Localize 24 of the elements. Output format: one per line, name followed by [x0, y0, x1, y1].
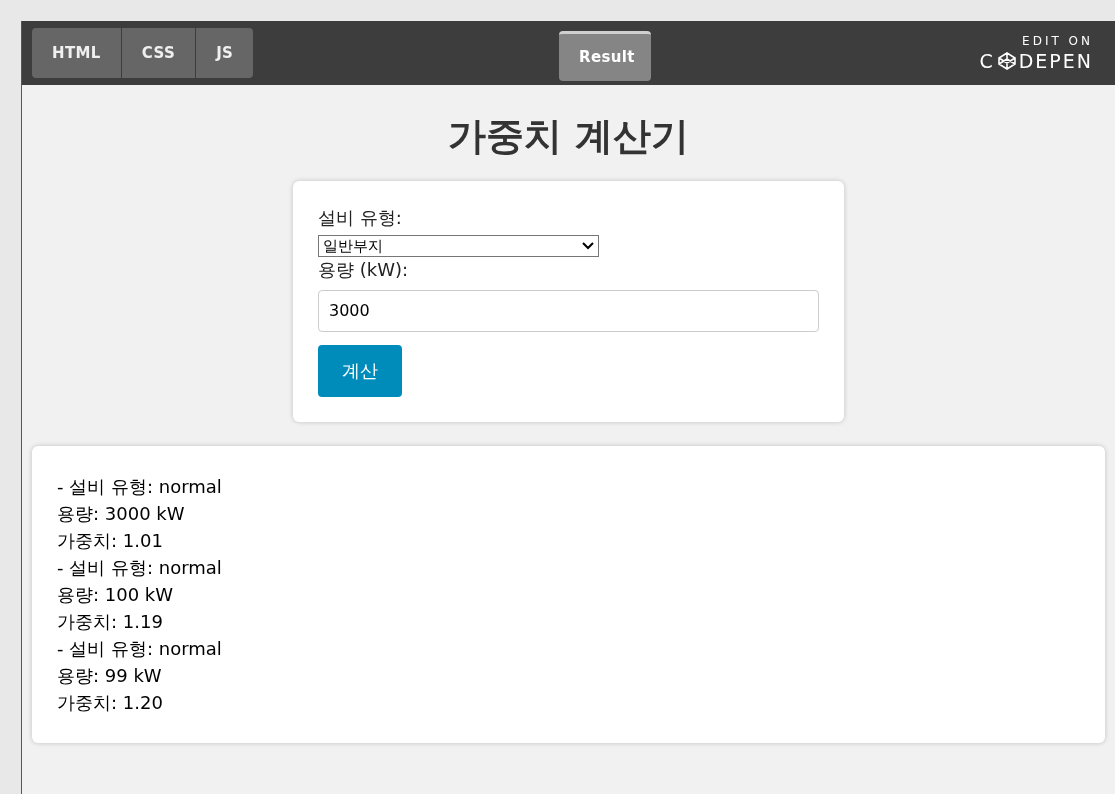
result-line: 가중치: 1.01 [57, 528, 164, 553]
tab[interactable]: Result [559, 31, 651, 81]
capacity-input[interactable]: 3000 [318, 289, 819, 332]
result-line: 가중치: 1.20 [57, 690, 164, 715]
calculate-button[interactable]: 계산 [318, 344, 402, 397]
cube-logo-icon [996, 51, 1017, 71]
tab[interactable]: HTML [32, 28, 121, 78]
tab[interactable]: CSS [121, 28, 196, 78]
tab[interactable]: JS [196, 28, 254, 78]
field-label: 용량 (kW): [318, 259, 409, 282]
logo-text[interactable]: C [979, 51, 995, 71]
logo-text[interactable]: DEPEN [1018, 51, 1093, 71]
edit-on-label: EDIT ON [1022, 35, 1093, 47]
result-line: 가중치: 1.19 [57, 609, 164, 634]
page-title: 가중치 계산기 [446, 113, 691, 160]
type-select[interactable]: 일반부지 [318, 235, 599, 257]
result-line: - 설비 유형: normal [57, 636, 223, 661]
result-line: 용량: 3000 kW [57, 501, 186, 526]
result-line: 용량: 99 kW [57, 663, 163, 688]
chevron-down-icon [582, 242, 594, 250]
field-label: 설비 유형: [318, 206, 402, 229]
result-line: - 설비 유형: normal [57, 555, 223, 580]
result-line: - 설비 유형: normal [57, 474, 223, 499]
result-line: 용량: 100 kW [57, 582, 175, 607]
